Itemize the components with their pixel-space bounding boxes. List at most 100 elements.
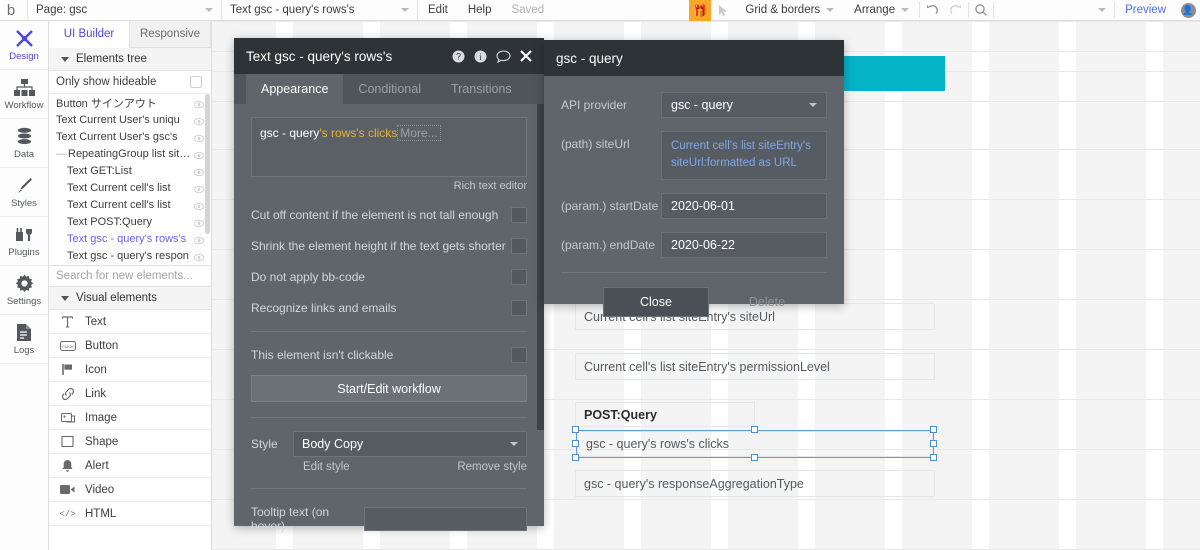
eye-icon[interactable] xyxy=(193,218,205,228)
elements-tree-header[interactable]: Elements tree xyxy=(49,48,211,71)
tab-transitions[interactable]: Transitions xyxy=(436,74,527,104)
user-avatar-icon[interactable]: 👤 xyxy=(1176,0,1200,20)
permission-text[interactable]: Current cell's list siteEntry's permissi… xyxy=(575,353,935,380)
close-button[interactable]: Close xyxy=(602,287,709,317)
eye-icon[interactable] xyxy=(193,116,205,126)
rail-item-workflow[interactable]: Workflow xyxy=(0,70,48,119)
comment-icon[interactable] xyxy=(496,49,511,63)
bubble-logo[interactable]: b xyxy=(0,0,28,20)
resize-handle[interactable] xyxy=(930,454,937,461)
help-menu[interactable]: Help xyxy=(458,0,502,20)
tab-ui-builder[interactable]: UI Builder xyxy=(49,21,130,48)
option-no-bbcode[interactable]: Do not apply bb-code xyxy=(251,269,527,285)
appearance-dialog-scrollbar[interactable] xyxy=(537,104,544,430)
remove-style-link[interactable]: Remove style xyxy=(457,461,527,473)
visual-element-button[interactable]: CLICK Button xyxy=(49,334,211,358)
appearance-dialog[interactable]: Text gsc - query's rows's ? i Appearance… xyxy=(234,38,544,533)
rail-item-data[interactable]: Data xyxy=(0,119,48,168)
tree-node[interactable]: RepeatingGroup list siteEnt... xyxy=(49,145,211,162)
tree-node[interactable]: Text gsc - query's rows's xyxy=(49,230,211,247)
grid-borders-menu[interactable]: Grid & borders xyxy=(735,0,844,20)
start-date-input[interactable]: 2020-06-01 xyxy=(661,193,827,219)
visual-element-text[interactable]: Text xyxy=(49,310,211,334)
start-edit-workflow-button[interactable]: Start/Edit workflow xyxy=(251,375,527,402)
option-checkbox[interactable] xyxy=(511,300,527,316)
eye-icon[interactable] xyxy=(193,184,205,194)
search-new-elements[interactable]: Search for new elements... xyxy=(49,265,211,287)
only-show-hideable-row[interactable]: Only show hideable xyxy=(49,71,211,94)
option-checkbox[interactable] xyxy=(511,238,527,254)
tree-scrollbar[interactable] xyxy=(205,94,210,234)
teal-button-element[interactable] xyxy=(838,56,945,91)
post-query-label[interactable]: POST:Query xyxy=(575,402,755,427)
rail-item-design[interactable]: Design xyxy=(0,21,48,70)
tree-node[interactable]: Text GET:List xyxy=(49,162,211,179)
eye-icon[interactable] xyxy=(193,150,205,160)
rail-item-plugins[interactable]: Plugins xyxy=(0,217,48,266)
visual-element-image[interactable]: Image xyxy=(49,406,211,430)
rail-item-styles[interactable]: Styles xyxy=(0,168,48,217)
tree-node[interactable]: Text Current User's uniqu xyxy=(49,111,211,128)
gift-icon[interactable]: 🎁 xyxy=(689,0,712,21)
arrange-menu[interactable]: Arrange xyxy=(844,0,919,20)
element-dropdown[interactable]: Text gsc - query's rows's xyxy=(222,0,418,20)
edit-menu[interactable]: Edit xyxy=(418,0,458,20)
page-dropdown[interactable]: Page: gsc xyxy=(28,0,222,20)
option-checkbox[interactable] xyxy=(511,207,527,223)
eye-icon[interactable] xyxy=(193,133,205,143)
resize-handle[interactable] xyxy=(930,426,937,433)
option-checkbox[interactable] xyxy=(511,269,527,285)
visual-elements-header[interactable]: Visual elements xyxy=(49,287,211,310)
tree-node[interactable]: Text Current cell's list xyxy=(49,196,211,213)
visual-element-video[interactable]: Video xyxy=(49,478,211,502)
resize-handle[interactable] xyxy=(572,426,579,433)
resize-handle[interactable] xyxy=(572,440,579,447)
tree-node[interactable]: Button サインアウト xyxy=(49,94,211,111)
rich-text-input[interactable]: gsc - query's rows's clicks More... xyxy=(251,117,527,177)
only-show-hideable-checkbox[interactable] xyxy=(190,76,202,88)
eye-icon[interactable] xyxy=(193,235,205,245)
preview-button[interactable]: Preview xyxy=(1115,0,1176,20)
response-agg-text[interactable]: gsc - query's responseAggregationType xyxy=(575,470,935,497)
tree-node[interactable]: Text POST:Query xyxy=(49,213,211,230)
help-icon[interactable]: ? xyxy=(452,50,465,63)
tab-appearance[interactable]: Appearance xyxy=(246,74,344,104)
rail-item-settings[interactable]: Settings xyxy=(0,266,48,315)
tree-node[interactable]: Text Current cell's list xyxy=(49,179,211,196)
rich-text-editor-caption[interactable]: Rich text editor xyxy=(251,180,527,192)
tab-responsive[interactable]: Responsive xyxy=(130,21,211,47)
close-icon[interactable] xyxy=(520,50,532,62)
visual-element-html[interactable]: </> HTML xyxy=(49,502,211,526)
resize-handle[interactable] xyxy=(930,440,937,447)
eye-icon[interactable] xyxy=(193,201,205,211)
visual-element-icon[interactable]: Icon xyxy=(49,358,211,382)
search-scope-dropdown[interactable] xyxy=(994,0,1114,20)
resize-handle[interactable] xyxy=(751,426,758,433)
pointer-icon[interactable] xyxy=(711,0,735,20)
rte-more-button[interactable]: More... xyxy=(397,125,441,141)
undo-icon[interactable] xyxy=(920,0,944,20)
eye-icon[interactable] xyxy=(193,167,205,177)
style-dropdown[interactable]: Body Copy xyxy=(293,431,527,457)
rail-item-logs[interactable]: Logs xyxy=(0,315,48,364)
resize-handle[interactable] xyxy=(572,454,579,461)
not-clickable-checkbox[interactable] xyxy=(511,347,527,363)
api-provider-dropdown[interactable]: gsc - query xyxy=(661,92,827,118)
info-icon[interactable]: i xyxy=(474,50,487,63)
tab-conditional[interactable]: Conditional xyxy=(343,74,436,104)
eye-icon[interactable] xyxy=(193,99,205,109)
visual-element-alert[interactable]: Alert xyxy=(49,454,211,478)
tree-node[interactable]: Text Current User's gsc's xyxy=(49,128,211,145)
option-recognize-links[interactable]: Recognize links and emails xyxy=(251,300,527,316)
end-date-input[interactable]: 2020-06-22 xyxy=(661,232,827,258)
option-not-clickable[interactable]: This element isn't clickable xyxy=(251,347,527,363)
visual-element-link[interactable]: Link xyxy=(49,382,211,406)
resize-handle[interactable] xyxy=(751,454,758,461)
tooltip-input[interactable] xyxy=(364,507,527,531)
search-icon[interactable] xyxy=(969,0,993,20)
path-siteurl-input[interactable]: Current cell's list siteEntry's siteUrl:… xyxy=(661,131,827,180)
redo-icon[interactable] xyxy=(944,0,968,20)
edit-style-link[interactable]: Edit style xyxy=(303,461,350,473)
query-dialog[interactable]: gsc - query API provider gsc - query (pa… xyxy=(544,40,844,317)
option-cut-off-content[interactable]: Cut off content if the element is not ta… xyxy=(251,207,527,223)
